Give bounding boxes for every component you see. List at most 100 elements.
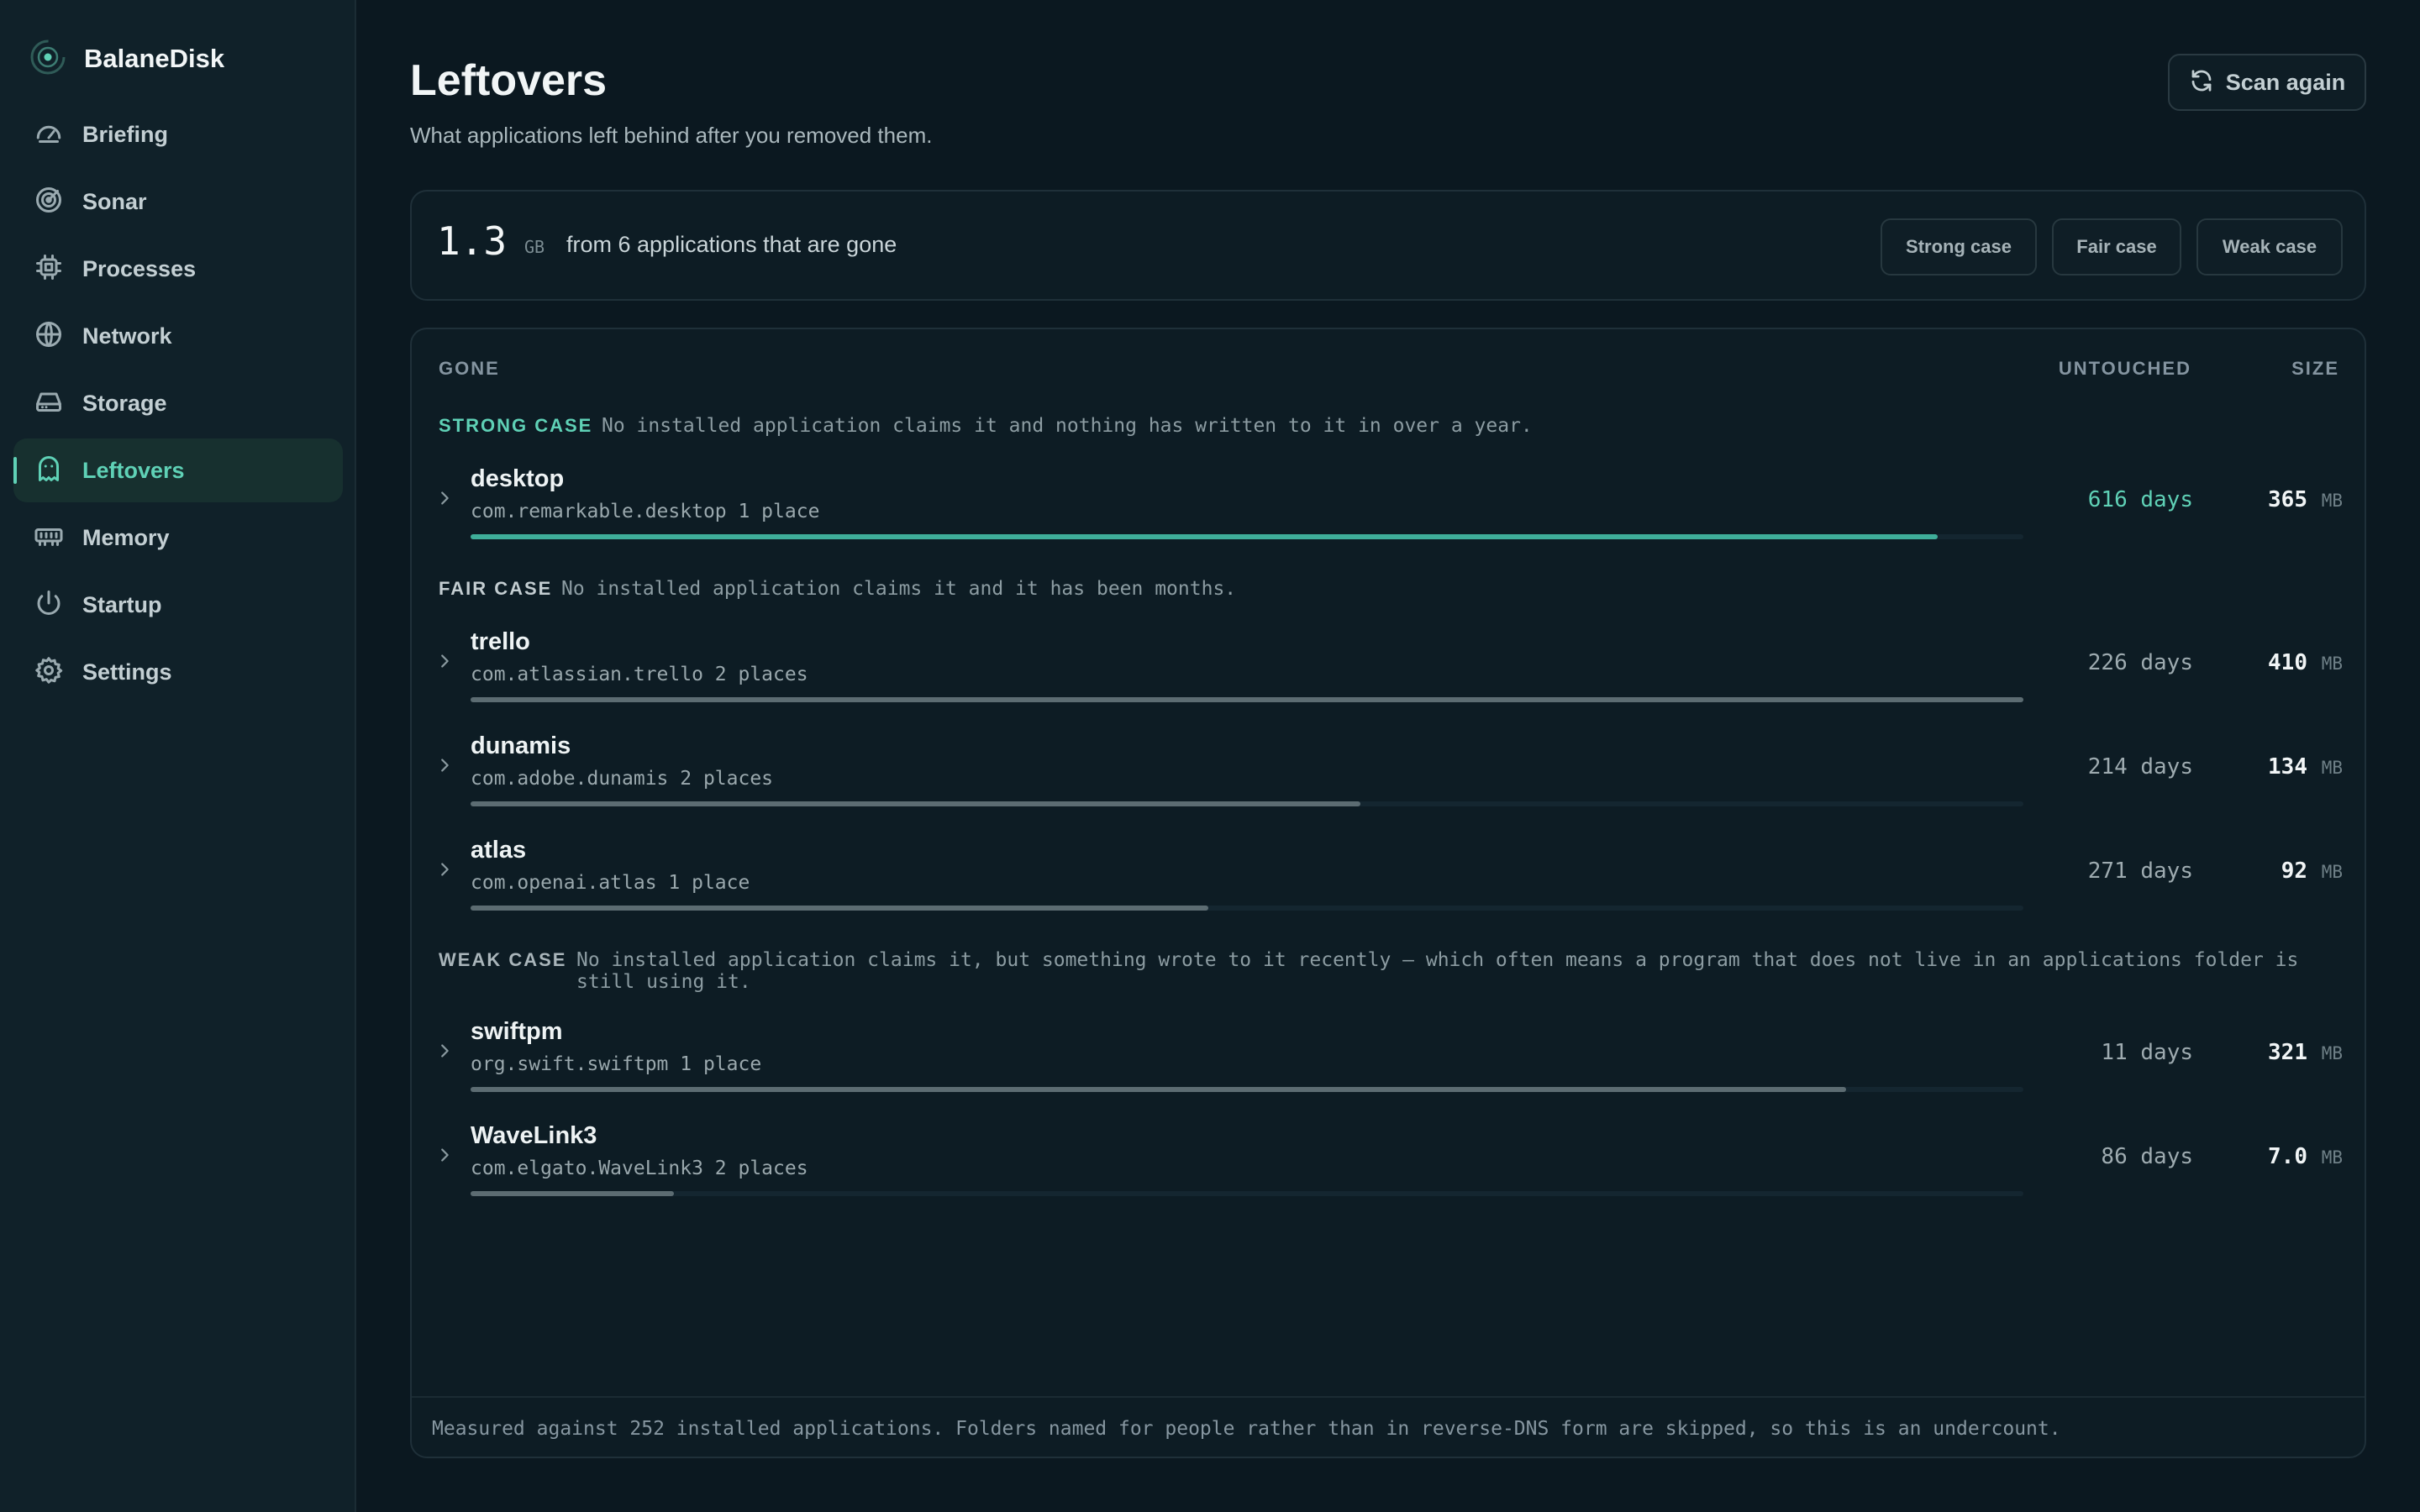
- bundle-id: org.swift.swiftpm 1 place: [471, 1053, 762, 1075]
- size-unit: MB: [2321, 1147, 2343, 1168]
- filter-strong-case-button[interactable]: Strong case: [1881, 218, 2037, 276]
- bundle-id: com.atlassian.trello 2 places: [471, 664, 808, 685]
- column-header-size: SIZE: [2291, 358, 2339, 379]
- leftover-row-trello[interactable]: trello com.atlassian.trello 2 places 226…: [412, 620, 2365, 712]
- sidebar-item-memory[interactable]: Memory: [13, 506, 343, 570]
- size-bar-fill: [471, 906, 1208, 911]
- filter-weak-case-button[interactable]: Weak case: [2196, 218, 2343, 276]
- chevron-right-icon: [435, 489, 454, 507]
- sidebar-item-label: Processes: [82, 255, 197, 281]
- total-unit: GB: [524, 237, 545, 257]
- gear-icon: [34, 655, 64, 690]
- chevron-right-icon: [435, 1042, 454, 1060]
- leftovers-list: GONE UNTOUCHED SIZE STRONG CASE No insta…: [410, 328, 2366, 1458]
- group-description: No installed application claims it and n…: [602, 415, 1533, 437]
- sidebar-item-label: Memory: [82, 524, 170, 550]
- footnote: Measured against 252 installed applicati…: [432, 1418, 2061, 1440]
- refresh-icon: [2189, 68, 2214, 97]
- leftover-row-wavelink3[interactable]: WaveLink3 com.elgato.WaveLink3 2 places …: [412, 1114, 2365, 1206]
- chevron-right-icon: [435, 652, 454, 670]
- app-name: trello: [471, 628, 530, 655]
- chevron-right-icon: [435, 756, 454, 774]
- leftover-row-desktop[interactable]: desktop com.remarkable.desktop 1 place 6…: [412, 457, 2365, 549]
- drive-icon: [34, 386, 64, 421]
- app-logo-icon: [29, 38, 67, 81]
- app-name: WaveLink3: [471, 1122, 597, 1149]
- sidebar-item-label: Settings: [82, 659, 172, 685]
- size-value: 365: [2268, 487, 2307, 512]
- group-title: STRONG CASE: [439, 415, 593, 436]
- radar-icon: [34, 185, 64, 219]
- sidebar-item-label: Storage: [82, 390, 167, 416]
- group-description: No installed application claims it and i…: [561, 578, 1237, 600]
- column-header-gone: GONE: [439, 358, 500, 379]
- scan-again-button[interactable]: Scan again: [2168, 54, 2366, 111]
- app-name: desktop: [471, 465, 565, 492]
- group-description: No installed application claims it, but …: [576, 949, 2299, 993]
- sidebar-item-processes[interactable]: Processes: [13, 237, 343, 301]
- sidebar-item-sonar[interactable]: Sonar: [13, 170, 343, 234]
- app-name: atlas: [471, 837, 527, 864]
- size-value: 92: [2281, 858, 2307, 884]
- sidebar-item-leftovers[interactable]: Leftovers: [13, 438, 343, 502]
- leftover-row-atlas[interactable]: atlas com.openai.atlas 1 place 271 days …: [412, 828, 2365, 921]
- brand[interactable]: BalaneDisk: [29, 39, 224, 79]
- memory-icon: [34, 521, 64, 555]
- untouched-days: 11 days: [2101, 1040, 2193, 1065]
- chevron-right-icon: [435, 860, 454, 879]
- size-unit: MB: [2321, 758, 2343, 778]
- size-bar: [471, 534, 2023, 539]
- size-bar: [471, 1087, 2023, 1092]
- size-bar-fill: [471, 801, 1360, 806]
- sidebar: BalaneDisk Briefing Sonar Processes Netw…: [0, 0, 356, 1512]
- size-bar: [471, 906, 2023, 911]
- bundle-id: com.openai.atlas 1 place: [471, 872, 750, 894]
- untouched-days: 226 days: [2087, 650, 2193, 675]
- untouched-days: 271 days: [2087, 858, 2193, 884]
- sidebar-item-label: Sonar: [82, 188, 147, 214]
- sidebar-item-startup[interactable]: Startup: [13, 573, 343, 637]
- sidebar-item-label: Network: [82, 323, 172, 349]
- sidebar-item-label: Leftovers: [82, 457, 185, 483]
- bundle-id: com.remarkable.desktop 1 place: [471, 501, 820, 522]
- power-icon: [34, 588, 64, 622]
- sidebar-item-storage[interactable]: Storage: [13, 371, 343, 435]
- size-value: 410: [2268, 650, 2307, 675]
- size-unit: MB: [2321, 862, 2343, 882]
- bundle-id: com.elgato.WaveLink3 2 places: [471, 1158, 808, 1179]
- app-name: swiftpm: [471, 1018, 563, 1045]
- size-bar-fill: [471, 697, 2023, 702]
- app-name: dunamis: [471, 732, 571, 759]
- size-bar-fill: [471, 534, 1939, 539]
- group-title: WEAK CASE: [439, 949, 567, 970]
- sidebar-nav: Briefing Sonar Processes Network Storage: [13, 102, 343, 707]
- globe-icon: [34, 319, 64, 354]
- size-unit: MB: [2321, 491, 2343, 511]
- sidebar-item-briefing[interactable]: Briefing: [13, 102, 343, 166]
- size-value: 7.0: [2268, 1144, 2307, 1169]
- untouched-days: 86 days: [2101, 1144, 2193, 1169]
- gauge-icon: [34, 118, 64, 152]
- untouched-days: 214 days: [2087, 754, 2193, 780]
- page-subtitle: What applications left behind after you …: [410, 123, 933, 148]
- leftover-row-swiftpm[interactable]: swiftpm org.swift.swiftpm 1 place 11 day…: [412, 1010, 2365, 1102]
- sidebar-item-label: Startup: [82, 591, 162, 617]
- size-unit: MB: [2321, 654, 2343, 674]
- size-bar: [471, 801, 2023, 806]
- summary-description: from 6 applications that are gone: [566, 232, 897, 257]
- size-bar: [471, 697, 2023, 702]
- sidebar-item-settings[interactable]: Settings: [13, 640, 343, 704]
- leftover-row-dunamis[interactable]: dunamis com.adobe.dunamis 2 places 214 d…: [412, 724, 2365, 816]
- untouched-days: 616 days: [2087, 487, 2193, 512]
- app-name: BalaneDisk: [84, 44, 225, 73]
- size-value: 134: [2268, 754, 2307, 780]
- cpu-icon: [34, 252, 64, 286]
- chevron-right-icon: [435, 1146, 454, 1164]
- column-header-untouched: UNTOUCHED: [2058, 358, 2191, 379]
- bundle-id: com.adobe.dunamis 2 places: [471, 768, 774, 790]
- ghost-icon: [34, 454, 64, 488]
- filter-fair-case-button[interactable]: Fair case: [2052, 218, 2181, 276]
- sidebar-item-network[interactable]: Network: [13, 304, 343, 368]
- sidebar-item-label: Briefing: [82, 121, 169, 147]
- footer-divider: [412, 1396, 2365, 1398]
